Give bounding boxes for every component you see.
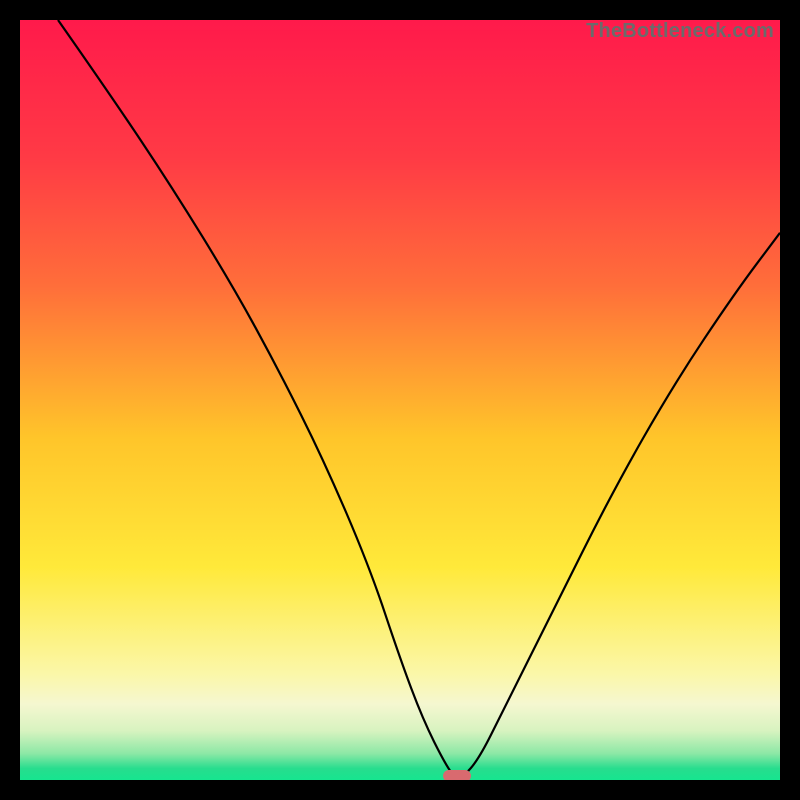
chart-frame: TheBottleneck.com <box>0 0 800 800</box>
minimum-marker <box>443 770 471 780</box>
watermark-text: TheBottleneck.com <box>586 20 774 43</box>
bottleneck-curve <box>20 20 780 780</box>
plot-area: TheBottleneck.com <box>20 20 780 780</box>
